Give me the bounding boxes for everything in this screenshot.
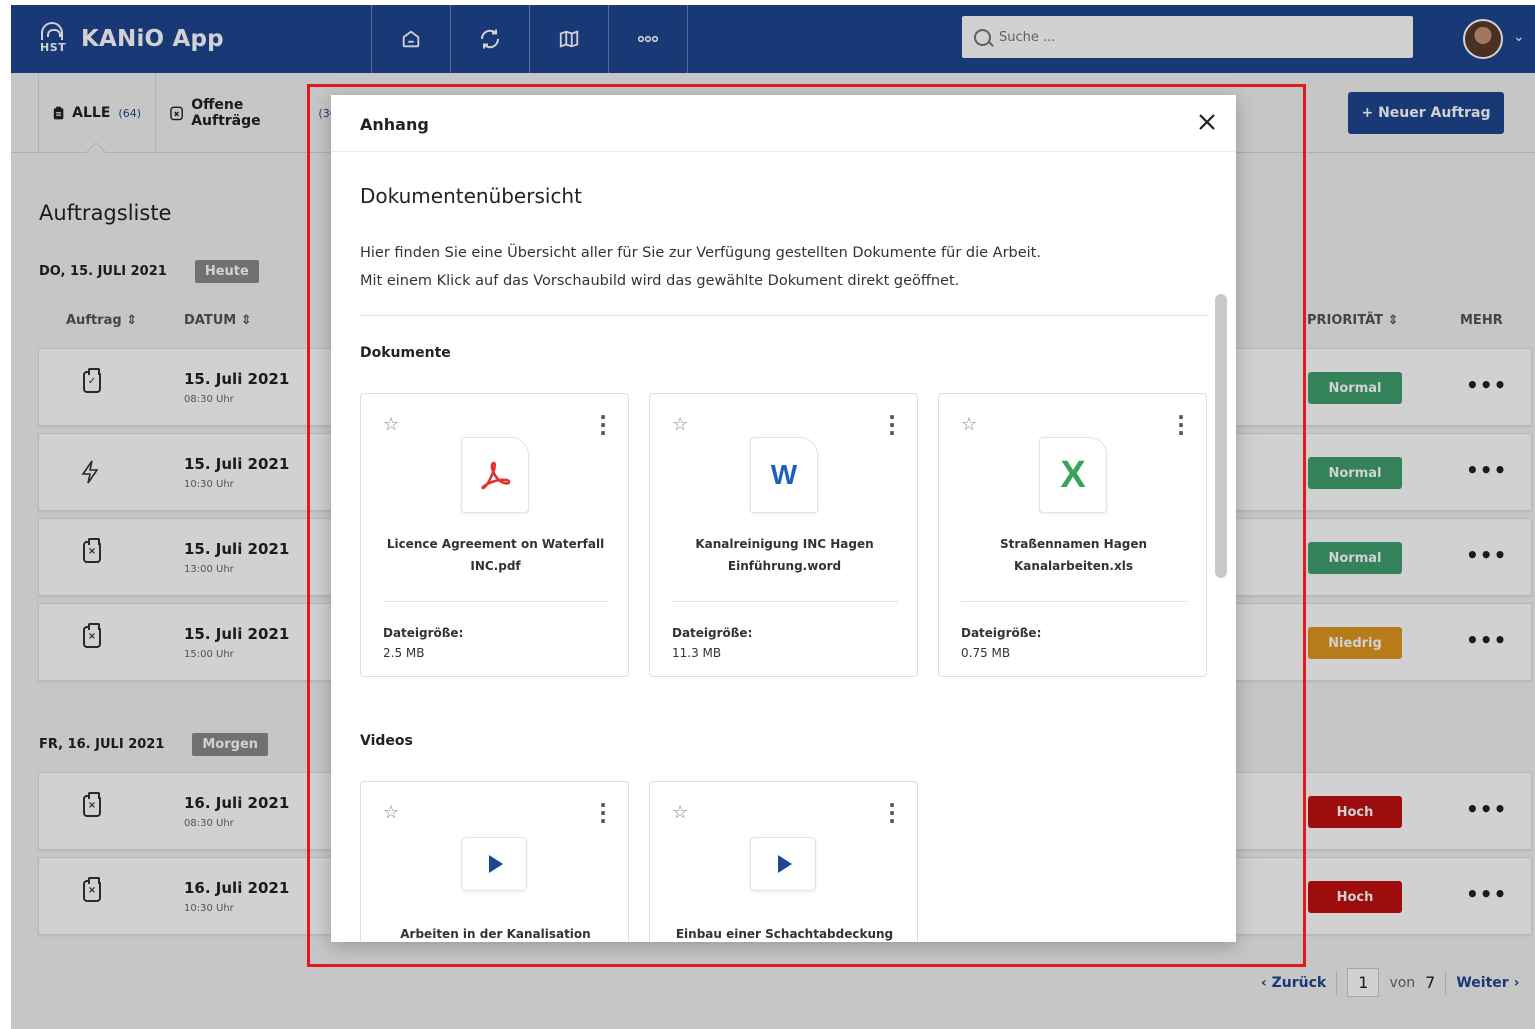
modal-header: Anhang bbox=[331, 95, 1236, 152]
pdf-file-icon[interactable] bbox=[461, 437, 529, 513]
star-icon[interactable]: ☆ bbox=[383, 802, 399, 823]
document-name: Straßennamen Hagen Kanalarbeiten.xls bbox=[999, 537, 1148, 573]
file-size-value: 2.5 MB bbox=[383, 646, 425, 660]
document-name: Licence Agreement on Waterfall INC.pdf bbox=[386, 537, 605, 573]
star-icon[interactable]: ☆ bbox=[672, 802, 688, 823]
word-file-icon[interactable]: W bbox=[750, 437, 818, 513]
star-icon[interactable]: ☆ bbox=[672, 414, 688, 435]
excel-file-icon[interactable]: X bbox=[1039, 437, 1107, 513]
close-icon bbox=[1199, 114, 1215, 130]
document-card[interactable]: ☆ · · · X Straßennamen Hagen Kanalarbeiten… bbox=[938, 393, 1207, 677]
divider bbox=[383, 601, 609, 602]
kebab-menu-icon[interactable]: · · · bbox=[887, 795, 897, 831]
file-size-label: Dateigröße: bbox=[672, 626, 753, 640]
document-card[interactable]: ☆ · · · W Kanalreinigung INC Hagen Einführ… bbox=[649, 393, 918, 677]
video-name: Einbau einer Schachtabdeckung bbox=[675, 927, 894, 941]
video-card[interactable]: ☆ · · · Arbeiten in der Kanalisation bbox=[360, 781, 629, 942]
close-button[interactable] bbox=[1198, 109, 1216, 137]
kebab-menu-icon[interactable]: · · · bbox=[887, 407, 897, 443]
document-overview-heading: Dokumentenübersicht bbox=[360, 184, 582, 208]
modal-title: Anhang bbox=[360, 115, 429, 134]
file-size-value: 11.3 MB bbox=[672, 646, 722, 660]
kebab-menu-icon[interactable]: · · · bbox=[598, 407, 608, 443]
divider bbox=[672, 601, 898, 602]
video-name: Arbeiten in der Kanalisation bbox=[400, 927, 591, 941]
documents-section-title: Dokumente bbox=[360, 345, 451, 361]
modal-description: Hier finden Sie eine Übersicht aller für… bbox=[360, 245, 1041, 289]
videos-section-title: Videos bbox=[360, 733, 413, 749]
kebab-menu-icon[interactable]: · · · bbox=[598, 795, 608, 831]
file-size-label: Dateigröße: bbox=[961, 626, 1042, 640]
star-icon[interactable]: ☆ bbox=[961, 414, 977, 435]
document-name: Kanalreinigung INC Hagen Einführung.word bbox=[695, 537, 874, 573]
play-video-icon[interactable] bbox=[461, 837, 527, 891]
file-size-label: Dateigröße: bbox=[383, 626, 464, 640]
play-video-icon[interactable] bbox=[750, 837, 816, 891]
document-card[interactable]: ☆ · · · Licence Agreement on Waterfall INC… bbox=[360, 393, 629, 677]
modal-body[interactable]: Dokumentenübersicht Hier finden Sie eine… bbox=[331, 152, 1236, 942]
file-size-value: 0.75 MB bbox=[961, 646, 1011, 660]
attachment-modal: Anhang Dokumentenübersicht Hier finden S… bbox=[331, 95, 1236, 942]
video-card[interactable]: ☆ · · · Einbau einer Schachtabdeckung bbox=[649, 781, 918, 942]
star-icon[interactable]: ☆ bbox=[383, 414, 399, 435]
divider bbox=[961, 601, 1187, 602]
modal-scrollbar[interactable] bbox=[1215, 294, 1227, 578]
kebab-menu-icon[interactable]: · · · bbox=[1176, 407, 1186, 443]
divider bbox=[360, 315, 1208, 316]
